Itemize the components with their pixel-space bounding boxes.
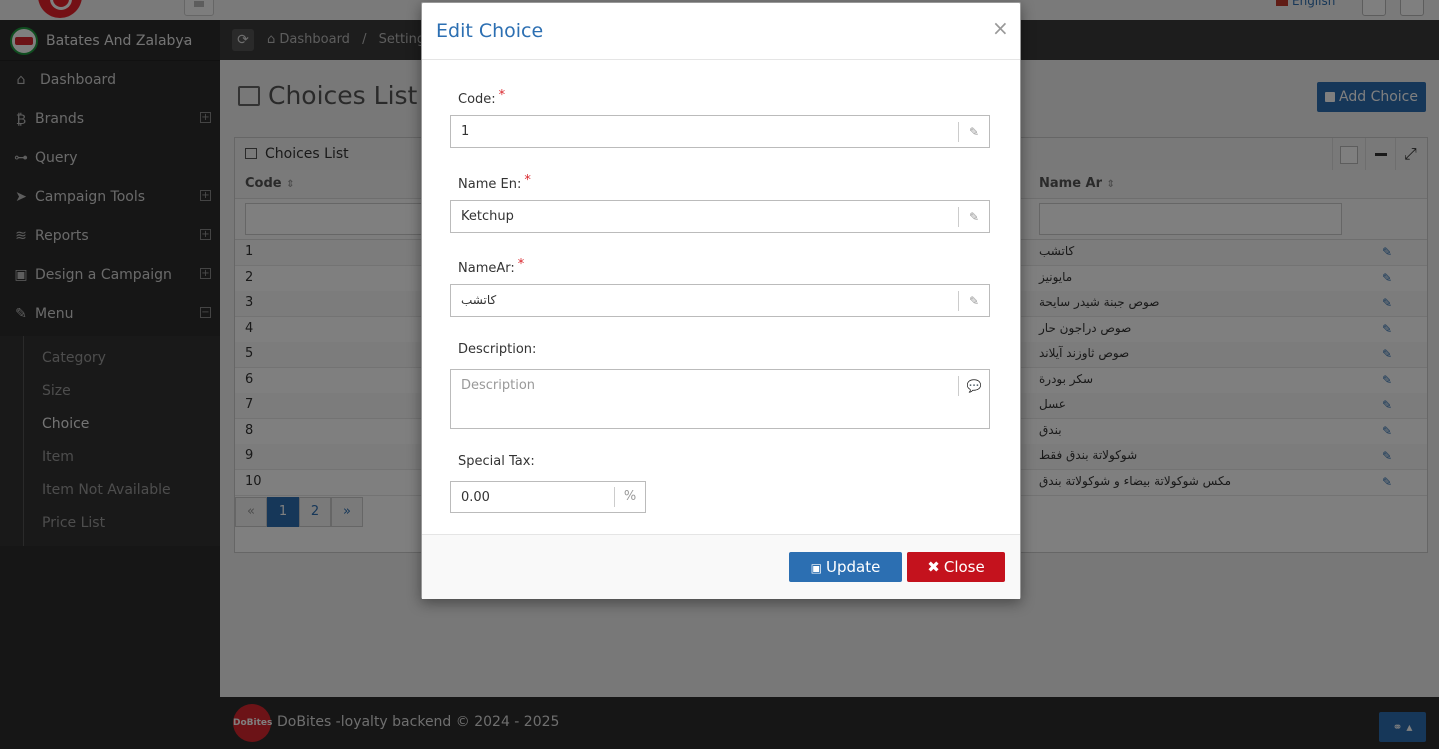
description-textarea[interactable]: Description 💬 [450, 369, 990, 429]
code-field[interactable]: 1 ✎ [450, 115, 990, 148]
name-en-field[interactable]: Ketchup ✎ [450, 200, 990, 233]
comment-icon: 💬 [958, 376, 989, 396]
special-tax-value: 0.00 [461, 490, 490, 505]
required-marker: * [524, 173, 531, 188]
pencil-icon: ✎ [958, 207, 989, 227]
name-ar-label: NameAr: * [458, 257, 524, 276]
description-placeholder: Description [461, 378, 536, 393]
code-value: 1 [461, 124, 470, 139]
required-marker: * [498, 88, 506, 103]
special-tax-label: Special Tax: [458, 454, 535, 469]
name-en-label: Name En: * [458, 173, 531, 192]
pencil-icon: ✎ [958, 291, 989, 311]
update-label: Update [826, 558, 881, 576]
modal-header: Edit Choice × [422, 3, 1020, 60]
close-x-icon: ✖ [927, 558, 940, 576]
special-tax-field[interactable]: 0.00 % [450, 481, 646, 513]
percent-addon: % [614, 487, 645, 507]
name-ar-value: كاتشب [461, 293, 497, 307]
close-button[interactable]: ✖ Close [907, 552, 1005, 582]
close-icon[interactable]: × [992, 16, 1009, 40]
modal-title: Edit Choice [436, 20, 544, 42]
name-ar-field[interactable]: كاتشب ✎ [450, 284, 990, 317]
name-en-label-text: Name En: [458, 177, 522, 192]
name-en-value: Ketchup [461, 209, 514, 224]
pencil-icon: ✎ [958, 122, 989, 142]
update-button[interactable]: ▣ Update [789, 552, 902, 582]
modal-footer: ▣ Update ✖ Close [422, 534, 1020, 599]
description-label: Description: [458, 342, 537, 357]
code-label-text: Code: [458, 92, 496, 107]
name-ar-label-text: NameAr: [458, 261, 515, 276]
code-label: Code: * [458, 88, 505, 107]
save-icon: ▣ [810, 561, 822, 575]
close-label: Close [943, 558, 985, 576]
required-marker: * [517, 257, 525, 272]
edit-choice-modal: Edit Choice × Code: * 1 ✎ Name En: * Ketch… [421, 2, 1021, 599]
